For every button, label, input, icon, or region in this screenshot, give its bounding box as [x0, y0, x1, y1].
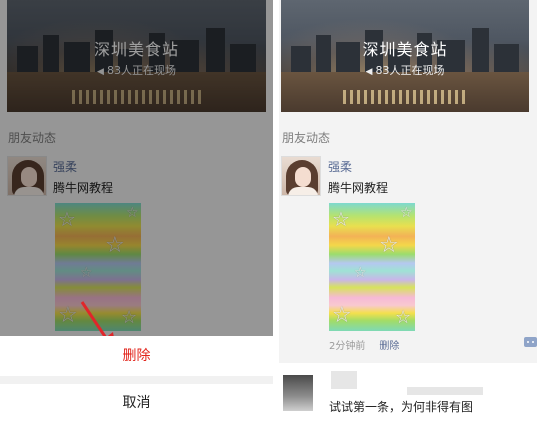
live-count: 83人正在现场 [375, 64, 445, 77]
post-image[interactable]: ☆ ☆ ☆ ☆ ☆ ☆ [329, 203, 415, 331]
star-icon: ☆ [395, 307, 412, 328]
live-flag-icon: ◀ [365, 67, 373, 77]
cover-banner[interactable]: 深圳美食站 ◀ 83人正在现场 [281, 0, 529, 112]
star-icon: ☆ [332, 207, 350, 231]
star-icon: ☆ [400, 205, 413, 221]
star-icon: ☆ [354, 265, 367, 281]
comment-icon[interactable] [524, 337, 537, 347]
section-title: 朋友动态 [282, 131, 331, 145]
star-icon: ☆ [379, 233, 399, 258]
banner-subtitle: ◀ 83人正在现场 [281, 62, 529, 78]
banner-title: 深圳美食站 [362, 40, 448, 59]
post-time: 2分钟前 [329, 341, 366, 352]
second-post: 试试第一条，为何非得有图 [279, 363, 537, 422]
delete-button[interactable]: 删除 [0, 336, 273, 376]
plaza [281, 72, 529, 112]
blurred-text [407, 387, 483, 395]
post-text: 腾牛网教程 [328, 181, 389, 195]
star-icon: ☆ [332, 303, 352, 328]
right-screen: 深圳美食站 ◀ 83人正在现场 朋友动态 强柔 腾牛网教程 ☆ ☆ ☆ ☆ ☆ ☆… [279, 0, 537, 422]
poster-name[interactable]: 强柔 [328, 158, 352, 175]
cancel-button[interactable]: 取消 [0, 384, 273, 422]
post-text: 试试第一条，为何非得有图 [329, 400, 474, 414]
moment-post: 强柔 腾牛网教程 ☆ ☆ ☆ ☆ ☆ ☆ 2分钟前 删除 [279, 153, 537, 353]
dim-overlay[interactable] [0, 0, 273, 336]
post-meta: 2分钟前 删除 [329, 337, 399, 352]
avatar[interactable] [283, 375, 313, 411]
action-sheet: 删除 取消 [0, 336, 273, 422]
delete-link[interactable]: 删除 [379, 341, 399, 352]
left-screen: 深圳美食站 ◀ 83人正在现场 朋友动态 强柔 腾牛网教程 ☆ ☆ ☆ ☆ ☆ ☆… [0, 0, 273, 422]
blurred-name [331, 371, 357, 389]
avatar[interactable] [281, 156, 321, 196]
